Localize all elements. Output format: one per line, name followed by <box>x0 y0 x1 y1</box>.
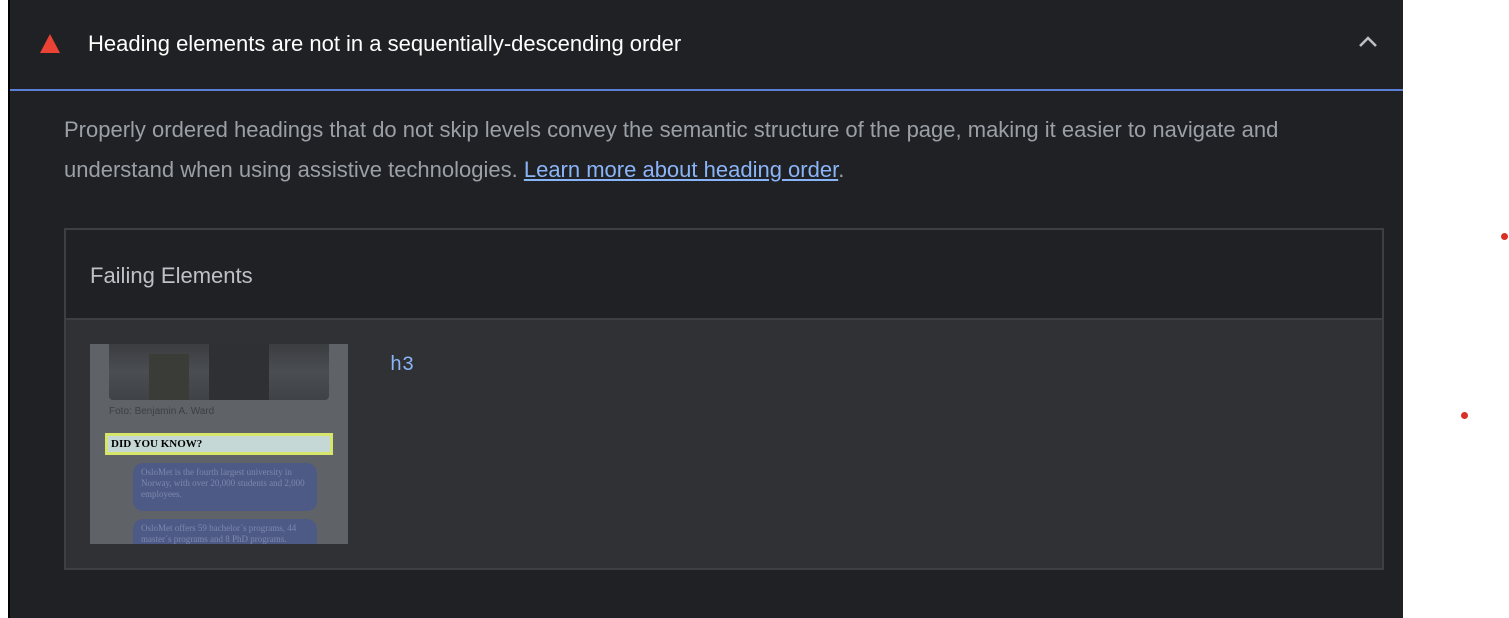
description-period: . <box>838 157 845 182</box>
audit-title: Heading elements are not in a sequential… <box>88 31 682 56</box>
failing-elements-table: Failing Elements Foto: Benjamin A. Ward … <box>64 228 1384 570</box>
thumbnail-bubble: OsloMet offers 59 bachelor´s programs, 4… <box>133 519 317 544</box>
highlighted-element-text: DID YOU KNOW? <box>111 438 203 450</box>
table-row[interactable]: Foto: Benjamin A. Ward DID YOU KNOW? Osl… <box>66 320 1382 568</box>
thumbnail-caption: Foto: Benjamin A. Ward <box>109 406 215 417</box>
highlighted-element: DID YOU KNOW? <box>105 433 333 455</box>
node-snippet[interactable]: h3 <box>390 354 414 377</box>
thumbnail-bubble: OsloMet is the fourth largest university… <box>133 463 317 511</box>
audit-header[interactable]: Heading elements are not in a sequential… <box>10 0 1403 91</box>
fail-triangle-icon <box>40 34 60 53</box>
marker-dot <box>1501 233 1508 240</box>
audit-description: Properly ordered headings that do not sk… <box>64 110 1384 190</box>
chevron-up-icon[interactable] <box>1358 33 1378 49</box>
element-screenshot-thumbnail[interactable]: Foto: Benjamin A. Ward DID YOU KNOW? Osl… <box>90 344 348 544</box>
marker-dot <box>1461 412 1468 419</box>
table-header: Failing Elements <box>66 230 1382 320</box>
thumbnail-photo <box>109 344 329 400</box>
learn-more-link[interactable]: Learn more about heading order <box>524 157 838 182</box>
audit-panel: Heading elements are not in a sequential… <box>8 0 1403 618</box>
table-header-label: Failing Elements <box>90 263 253 288</box>
